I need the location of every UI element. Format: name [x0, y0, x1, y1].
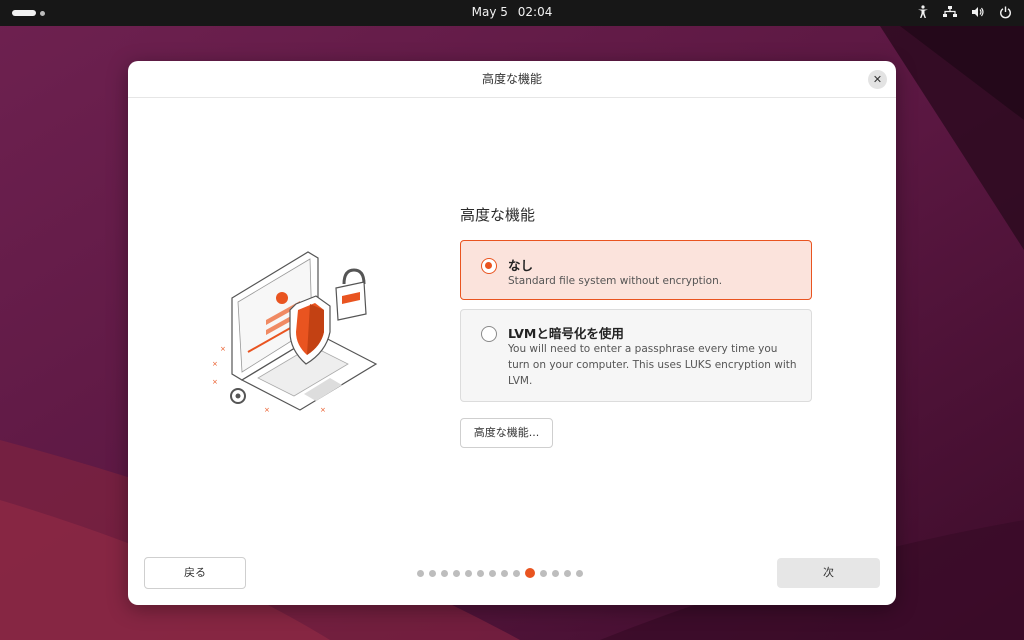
power-icon[interactable]	[999, 6, 1012, 19]
option-none[interactable]: なし Standard file system without encrypti…	[460, 240, 812, 300]
dialog-header: 高度な機能	[128, 61, 896, 98]
page-dot	[552, 569, 559, 577]
svg-text:×: ×	[212, 378, 218, 386]
clock[interactable]: May 5 02:04	[0, 5, 1024, 19]
security-illustration: × × × × ×	[212, 251, 378, 414]
page-dot	[513, 569, 520, 577]
page-dot-active	[525, 568, 535, 578]
option-lvm-encryption[interactable]: LVMと暗号化を使用 You will need to enter a pass…	[460, 309, 812, 402]
system-tray[interactable]	[917, 5, 1012, 19]
option-title: なし	[508, 258, 534, 273]
dialog-title: 高度な機能	[481, 72, 542, 86]
option-description: Standard file system without encryption.	[508, 275, 723, 287]
option-description: You will need to enter a passphrase ever…	[508, 343, 797, 387]
svg-text:×: ×	[220, 345, 226, 353]
page-dot	[540, 569, 547, 577]
page-dot	[465, 569, 472, 577]
page-dot	[576, 569, 583, 577]
page-dot	[489, 569, 496, 577]
back-button[interactable]: 戻る	[144, 557, 246, 589]
section-heading: 高度な機能	[460, 206, 536, 224]
page-dot	[564, 569, 571, 577]
network-icon[interactable]	[943, 6, 957, 18]
top-bar: May 5 02:04	[0, 0, 1024, 26]
svg-text:×: ×	[264, 406, 270, 414]
page-dot	[477, 569, 484, 577]
option-title: LVMと暗号化を使用	[508, 326, 624, 341]
page-dot	[429, 569, 436, 577]
svg-text:×: ×	[320, 406, 326, 414]
radio-button-selected[interactable]	[481, 258, 497, 274]
svg-text:×: ×	[212, 360, 218, 368]
page-dot	[453, 569, 460, 577]
accessibility-icon[interactable]	[917, 5, 929, 19]
close-button[interactable]: ✕	[868, 70, 887, 89]
page-indicator	[417, 567, 583, 579]
clock-time: 02:04	[517, 5, 553, 19]
page-dot	[501, 569, 508, 577]
volume-icon[interactable]	[971, 6, 985, 18]
advanced-features-button[interactable]: 高度な機能...	[460, 418, 553, 448]
installer-dialog: 高度な機能 ✕ × × × × × 高度な機能 なし Standard file…	[128, 61, 896, 605]
page-dot	[441, 569, 448, 577]
clock-date: May 5	[471, 5, 508, 19]
page-dot	[417, 569, 424, 577]
radio-button[interactable]	[481, 326, 497, 342]
next-button[interactable]: 次	[777, 558, 880, 588]
